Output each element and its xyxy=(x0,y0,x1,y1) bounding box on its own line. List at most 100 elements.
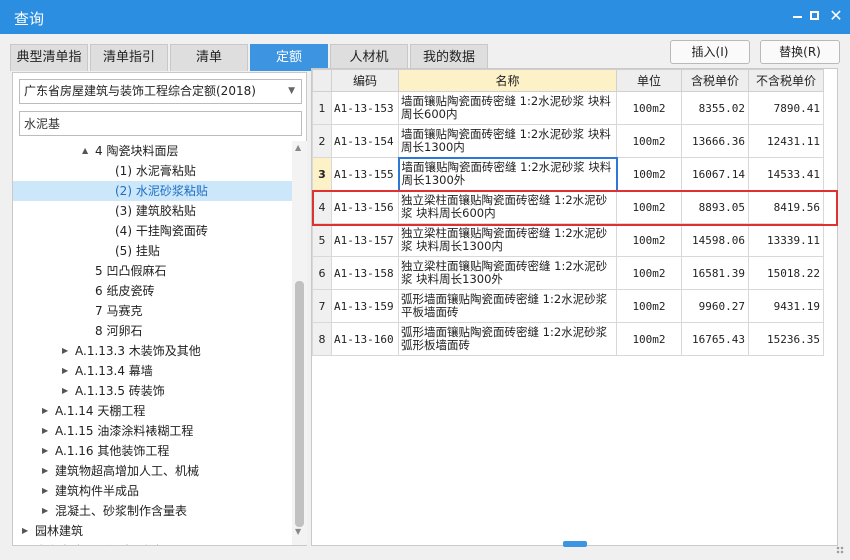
tree-item[interactable]: 6 纸皮瓷砖 xyxy=(13,281,293,301)
price-notax-cell[interactable]: 7890.41 xyxy=(748,91,824,125)
name-cell[interactable]: 墙面镶贴陶瓷面砖密缝 1:2水泥砂浆 块料周长600内 xyxy=(398,91,617,125)
table-row[interactable]: 3 A1-13-155 墙面镶贴陶瓷面砖密缝 1:2水泥砂浆 块料周长1300外 10… xyxy=(312,156,824,192)
collapsed-arrow-icon[interactable]: ▶ xyxy=(42,501,48,521)
col-header-price-notax[interactable]: 不含税单价 xyxy=(748,69,824,92)
name-cell[interactable]: 弧形墙面镶贴陶瓷面砖密缝 1:2水泥砂浆 弧形板墙面砖 xyxy=(398,322,617,356)
scroll-up-icon[interactable]: ▲ xyxy=(295,143,301,152)
price-tax-cell[interactable]: 14598.06 xyxy=(681,223,749,257)
table-row[interactable]: 2 A1-13-154 墙面镶贴陶瓷面砖密缝 1:2水泥砂浆 块料周长1300内 10… xyxy=(312,124,824,158)
tree-item[interactable]: (4) 干挂陶瓷面砖 xyxy=(13,221,293,241)
tree-item[interactable]: 广东省建设工程计价依据(2018) xyxy=(13,541,293,545)
collapsed-arrow-icon[interactable]: ▶ xyxy=(42,401,48,421)
collapsed-arrow-icon[interactable]: ▶ xyxy=(42,421,48,441)
row-number[interactable]: 1 xyxy=(312,91,332,125)
price-tax-cell[interactable]: 16765.43 xyxy=(681,322,749,356)
price-notax-cell[interactable]: 15236.35 xyxy=(748,322,824,356)
collapsed-arrow-icon[interactable]: ▶ xyxy=(42,441,48,461)
tab-quota[interactable]: 定额 xyxy=(250,44,328,71)
tree-item[interactable]: ▶ A.1.14 天棚工程 xyxy=(13,401,293,421)
price-tax-cell[interactable]: 13666.36 xyxy=(681,124,749,158)
tree-item[interactable]: (2) 水泥砂浆粘贴 xyxy=(13,181,293,201)
unit-cell[interactable]: 100m2 xyxy=(616,124,682,158)
code-cell[interactable]: A1-13-156 xyxy=(331,190,399,224)
row-number[interactable]: 6 xyxy=(312,256,332,290)
row-number[interactable]: 8 xyxy=(312,322,332,356)
tree-item[interactable]: ▶ A.1.13.5 砖装饰 xyxy=(13,381,293,401)
price-notax-cell[interactable]: 8419.56 xyxy=(748,190,824,224)
tree-item[interactable]: (5) 挂贴 xyxy=(13,241,293,261)
collapsed-arrow-icon[interactable]: ▶ xyxy=(42,481,48,501)
name-cell[interactable]: 墙面镶贴陶瓷面砖密缝 1:2水泥砂浆 块料周长1300外 xyxy=(397,156,618,192)
code-cell[interactable]: A1-13-154 xyxy=(331,124,399,158)
tab-bill-guide[interactable]: 清单指引 xyxy=(90,44,168,71)
col-header-price-tax[interactable]: 含税单价 xyxy=(681,69,749,92)
collapsed-arrow-icon[interactable]: ▶ xyxy=(62,361,68,381)
unit-cell[interactable]: 100m2 xyxy=(616,322,682,356)
splitter-handle[interactable] xyxy=(563,541,587,547)
price-notax-cell[interactable]: 12431.11 xyxy=(748,124,824,158)
price-notax-cell[interactable]: 9431.19 xyxy=(748,289,824,323)
unit-cell[interactable]: 100m2 xyxy=(616,289,682,323)
code-cell[interactable]: A1-13-153 xyxy=(331,91,399,125)
price-tax-cell[interactable]: 16581.39 xyxy=(681,256,749,290)
tree-scrollbar[interactable]: ▲ ▼ xyxy=(292,141,307,545)
unit-cell[interactable]: 100m2 xyxy=(616,190,682,224)
tab-my-data[interactable]: 我的数据 xyxy=(410,44,488,71)
table-row[interactable]: 1 A1-13-153 墙面镶贴陶瓷面砖密缝 1:2水泥砂浆 块料周长600内 100… xyxy=(312,91,824,125)
price-notax-cell[interactable]: 13339.11 xyxy=(748,223,824,257)
resize-grip-icon[interactable] xyxy=(834,544,846,556)
tree-item[interactable]: ▶ 建筑物超高增加人工、机械 xyxy=(13,461,293,481)
code-cell[interactable]: A1-13-157 xyxy=(331,223,399,257)
tab-bill[interactable]: 清单 xyxy=(170,44,248,71)
quota-library-select[interactable]: 广东省房屋建筑与装饰工程综合定额(2018) ▼ xyxy=(19,79,302,104)
expanded-arrow-icon[interactable]: ▲ xyxy=(82,141,88,161)
name-cell[interactable]: 独立梁柱面镶贴陶瓷面砖密缝 1:2水泥砂浆 块料周长1300外 xyxy=(398,256,617,290)
tree-item[interactable]: (1) 水泥膏粘贴 xyxy=(13,161,293,181)
code-cell[interactable]: A1-13-159 xyxy=(331,289,399,323)
price-notax-cell[interactable]: 14533.41 xyxy=(748,157,824,191)
row-number[interactable]: 2 xyxy=(312,124,332,158)
table-row[interactable]: 8 A1-13-160 弧形墙面镶贴陶瓷面砖密缝 1:2水泥砂浆 弧形板墙面砖 100… xyxy=(312,322,824,356)
row-number[interactable]: 3 xyxy=(312,157,332,191)
table-row[interactable]: 7 A1-13-159 弧形墙面镶贴陶瓷面砖密缝 1:2水泥砂浆 平板墙面砖 100m… xyxy=(312,289,824,323)
price-tax-cell[interactable]: 16067.14 xyxy=(681,157,749,191)
tree-item[interactable]: ▶ A.1.15 油漆涂料裱糊工程 xyxy=(13,421,293,441)
tree-item[interactable]: ▶ A.1.16 其他装饰工程 xyxy=(13,441,293,461)
close-icon[interactable]: ✕ xyxy=(826,6,846,26)
tree-item[interactable]: 8 河卵石 xyxy=(13,321,293,341)
row-number[interactable]: 7 xyxy=(312,289,332,323)
maximize-icon[interactable] xyxy=(805,6,825,26)
unit-cell[interactable]: 100m2 xyxy=(616,157,682,191)
collapsed-arrow-icon[interactable]: ▶ xyxy=(62,341,68,361)
name-cell[interactable]: 墙面镶贴陶瓷面砖密缝 1:2水泥砂浆 块料周长1300内 xyxy=(398,124,617,158)
col-header-name[interactable]: 名称 xyxy=(398,69,617,92)
tree-item[interactable]: ▶ 园林建筑 xyxy=(13,521,293,541)
tree-item[interactable]: ▶ A.1.13.4 幕墙 xyxy=(13,361,293,381)
row-number[interactable]: 5 xyxy=(312,223,332,257)
table-row[interactable]: 4 A1-13-156 独立梁柱面镶贴陶瓷面砖密缝 1:2水泥砂浆 块料周长600内… xyxy=(312,190,824,224)
tree-item[interactable]: ▲ 4 陶瓷块料面层 xyxy=(13,141,293,161)
code-cell[interactable]: A1-13-155 xyxy=(331,157,399,191)
collapsed-arrow-icon[interactable]: ▶ xyxy=(62,381,68,401)
name-cell[interactable]: 弧形墙面镶贴陶瓷面砖密缝 1:2水泥砂浆 平板墙面砖 xyxy=(398,289,617,323)
name-cell[interactable]: 独立梁柱面镶贴陶瓷面砖密缝 1:2水泥砂浆 块料周长1300内 xyxy=(398,223,617,257)
unit-cell[interactable]: 100m2 xyxy=(616,91,682,125)
tab-labor-material-machine[interactable]: 人材机 xyxy=(330,44,408,71)
scroll-down-icon[interactable]: ▼ xyxy=(295,527,301,536)
tree-item[interactable]: (3) 建筑胶粘贴 xyxy=(13,201,293,221)
code-cell[interactable]: A1-13-158 xyxy=(331,256,399,290)
price-tax-cell[interactable]: 9960.27 xyxy=(681,289,749,323)
col-header-unit[interactable]: 单位 xyxy=(616,69,682,92)
tree-item[interactable]: 7 马赛克 xyxy=(13,301,293,321)
col-header-code[interactable]: 编码 xyxy=(331,69,399,92)
row-number[interactable]: 4 xyxy=(312,190,332,224)
tree-item[interactable]: ▶ 建筑构件半成品 xyxy=(13,481,293,501)
tree-item[interactable]: ▶ A.1.13.3 木装饰及其他 xyxy=(13,341,293,361)
price-tax-cell[interactable]: 8355.02 xyxy=(681,91,749,125)
unit-cell[interactable]: 100m2 xyxy=(616,256,682,290)
table-row[interactable]: 6 A1-13-158 独立梁柱面镶贴陶瓷面砖密缝 1:2水泥砂浆 块料周长1300… xyxy=(312,256,824,290)
code-cell[interactable]: A1-13-160 xyxy=(331,322,399,356)
tree-item[interactable]: ▶ 混凝土、砂浆制作含量表 xyxy=(13,501,293,521)
table-row[interactable]: 5 A1-13-157 独立梁柱面镶贴陶瓷面砖密缝 1:2水泥砂浆 块料周长1300… xyxy=(312,223,824,257)
replace-button[interactable]: 替换(R) xyxy=(760,40,840,64)
